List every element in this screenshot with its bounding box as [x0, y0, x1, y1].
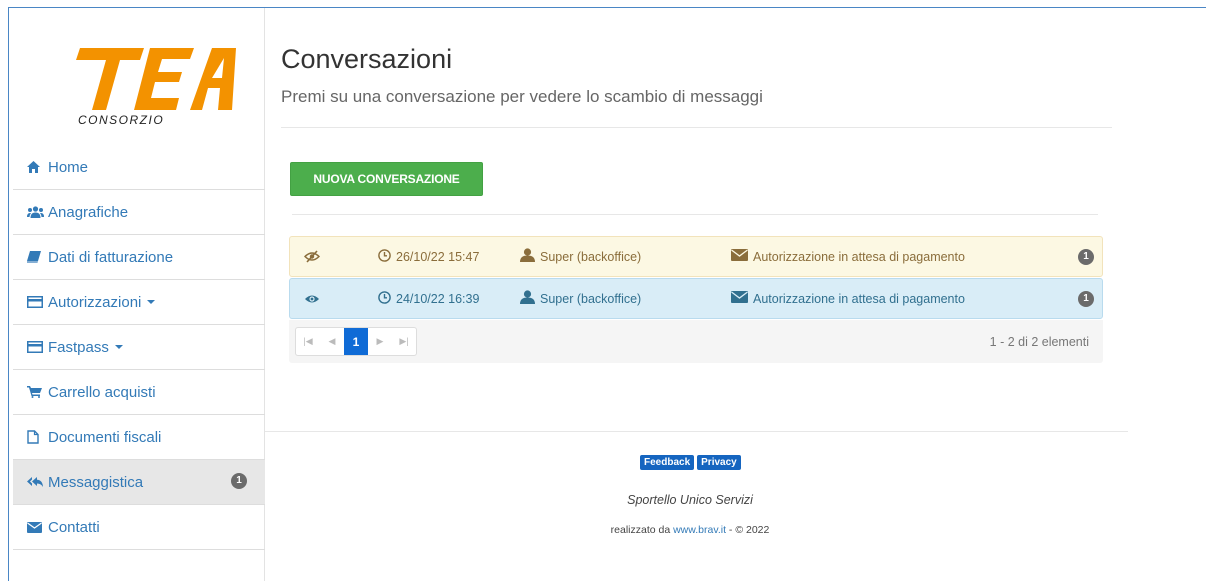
- subject-text: Autorizzazione in attesa di pagamento: [753, 249, 965, 264]
- sidebar-item-label: Dati di fatturazione: [48, 248, 174, 266]
- user-icon: [520, 248, 535, 265]
- page-subtitle: Premi su una conversazione per vedere lo…: [281, 87, 763, 106]
- sidebar-item-carrello[interactable]: Carrello acquisti: [13, 370, 265, 415]
- card-icon: [27, 294, 45, 310]
- conversation-subject: Autorizzazione in attesa di pagamento: [731, 279, 965, 318]
- credit-suffix: - © 2022: [726, 524, 770, 536]
- sidebar-item-autorizzazioni[interactable]: Autorizzazioni: [13, 280, 265, 325]
- footer-credit: realizzato da www.brav.it - © 2022: [0, 524, 1206, 536]
- sidebar-item-label: Home: [48, 158, 89, 176]
- privacy-link[interactable]: Privacy: [697, 455, 741, 470]
- card-icon: [27, 339, 45, 355]
- new-conversation-button[interactable]: NUOVA CONVERSAZIONE: [290, 162, 483, 196]
- footer-title: Sportello Unico Servizi: [627, 493, 753, 507]
- date-text: 24/10/22 16:39: [396, 291, 480, 306]
- feedback-link[interactable]: Feedback: [640, 455, 695, 470]
- conversation-subject: Autorizzazione in attesa di pagamento: [731, 237, 965, 276]
- date-text: 26/10/22 15:47: [396, 249, 480, 264]
- file-icon: [27, 429, 45, 445]
- divider: [281, 127, 1112, 128]
- next-page-icon[interactable]: ▶: [368, 328, 392, 355]
- sidebar-item-label: Carrello acquisti: [48, 383, 156, 401]
- last-page-icon[interactable]: ▶|: [392, 328, 416, 355]
- eye-slash-icon: [304, 237, 320, 276]
- pager: |◀ ◀ 1 ▶ ▶| 1 - 2 di 2 elementi: [289, 320, 1103, 363]
- page-title: Conversazioni: [281, 44, 453, 74]
- user-text: Super (backoffice): [540, 249, 642, 264]
- conversation-row[interactable]: 24/10/22 16:39 Super (backoffice) Autori…: [289, 278, 1103, 319]
- subject-text: Autorizzazione in attesa di pagamento: [753, 291, 965, 306]
- home-icon: [27, 159, 45, 175]
- users-icon: [27, 204, 45, 220]
- sidebar-item-dati-fatturazione[interactable]: Dati di fatturazione: [13, 235, 265, 280]
- footer-links: Feedback Privacy: [640, 455, 741, 470]
- sidebar-item-label: Fastpass: [48, 338, 109, 356]
- first-page-icon[interactable]: |◀: [296, 328, 320, 355]
- user-icon: [520, 290, 535, 307]
- conversation-list: 26/10/22 15:47 Super (backoffice) Autori…: [289, 236, 1103, 320]
- sidebar-item-label: Documenti fiscali: [48, 428, 162, 446]
- message-count-badge: 1: [1078, 279, 1094, 318]
- pager-info: 1 - 2 di 2 elementi: [989, 334, 1089, 349]
- chevron-down-icon: [114, 345, 123, 349]
- sidebar-item-label: Messaggistica: [48, 473, 144, 491]
- clock-icon: [378, 248, 391, 265]
- prev-page-icon[interactable]: ◀: [320, 328, 344, 355]
- conversation-row[interactable]: 26/10/22 15:47 Super (backoffice) Autori…: [289, 236, 1103, 277]
- user-text: Super (backoffice): [540, 291, 642, 306]
- divider: [292, 214, 1098, 215]
- brav-link[interactable]: www.brav.it: [673, 524, 726, 536]
- conversation-user: Super (backoffice): [520, 237, 641, 276]
- sidebar-nav: Home Anagrafiche Dati di fatturazione Au…: [13, 145, 265, 550]
- footer-divider: [265, 431, 1128, 432]
- book-icon: [27, 249, 45, 265]
- envelope-icon: [731, 291, 748, 306]
- sidebar-item-anagrafiche[interactable]: Anagrafiche: [13, 190, 265, 235]
- unread-badge: 1: [231, 473, 247, 489]
- message-count-badge: 1: [1078, 237, 1094, 276]
- sidebar-item-documenti-fiscali[interactable]: Documenti fiscali: [13, 415, 265, 460]
- envelope-icon: [731, 249, 748, 264]
- eye-icon: [304, 279, 320, 318]
- clock-icon: [378, 290, 391, 307]
- sidebar-item-fastpass[interactable]: Fastpass: [13, 325, 265, 370]
- sidebar-item-label: Autorizzazioni: [48, 293, 142, 311]
- conversation-date: 24/10/22 16:39: [378, 279, 479, 318]
- cart-icon: [27, 384, 45, 400]
- sidebar-item-label: Anagrafiche: [48, 203, 129, 221]
- logo-subtitle: CONSORZIO: [78, 113, 164, 127]
- reply-all-icon: [27, 474, 45, 490]
- chevron-down-icon: [147, 300, 156, 304]
- current-page-button[interactable]: 1: [344, 328, 368, 355]
- tea-logo[interactable]: CONSORZIO: [66, 40, 246, 130]
- conversation-date: 26/10/22 15:47: [378, 237, 479, 276]
- credit-prefix: realizzato da: [610, 524, 674, 536]
- sidebar-item-home[interactable]: Home: [13, 145, 265, 190]
- conversation-user: Super (backoffice): [520, 279, 641, 318]
- pager-buttons: |◀ ◀ 1 ▶ ▶|: [295, 327, 417, 356]
